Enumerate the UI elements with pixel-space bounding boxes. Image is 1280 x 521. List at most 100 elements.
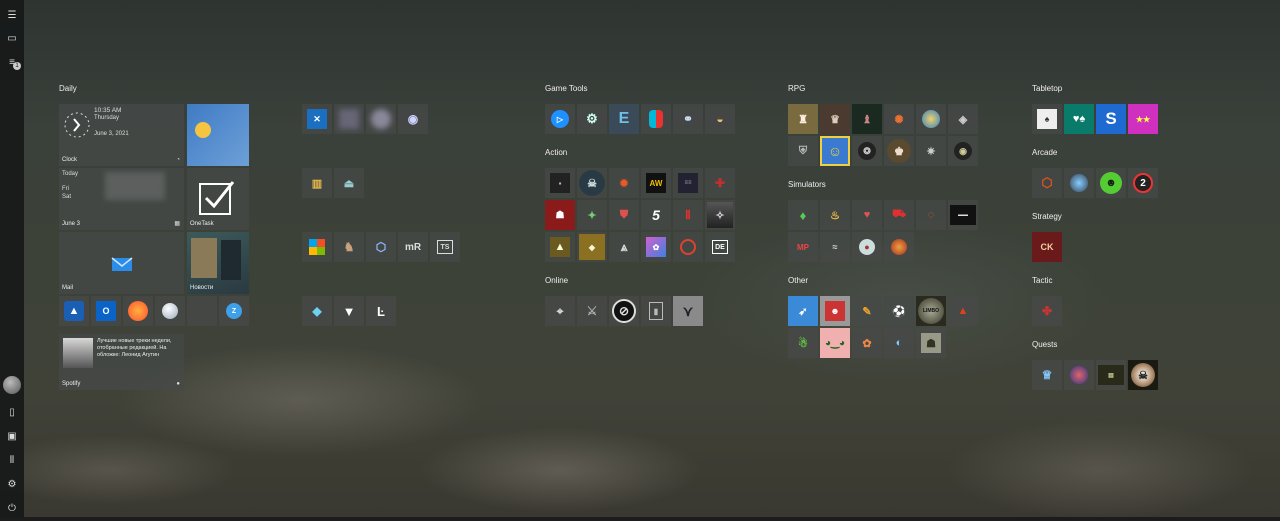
tile-assassins[interactable]: ⩓ bbox=[609, 232, 639, 262]
tile-gear[interactable]: ⚙ bbox=[577, 104, 607, 134]
tile-outlook[interactable]: O bbox=[91, 296, 121, 326]
tile-tabletop-1[interactable]: ♠ bbox=[1032, 104, 1062, 134]
tile-discord[interactable]: ◉ bbox=[398, 104, 428, 134]
tile-sim-9[interactable]: ● bbox=[852, 232, 882, 262]
tile-action-aw[interactable]: AW bbox=[641, 168, 671, 198]
tile-arcade-2[interactable] bbox=[1064, 168, 1094, 198]
tile-crusader-kings[interactable]: CK bbox=[1032, 232, 1062, 262]
tile-steam[interactable]: ⚭ bbox=[673, 104, 703, 134]
tile-arcade-4[interactable]: 2 bbox=[1128, 168, 1158, 198]
tile-terminal[interactable]: TS bbox=[430, 232, 460, 262]
tile-sim-8[interactable]: ≈ bbox=[820, 232, 850, 262]
pictures-icon[interactable]: ▣ bbox=[4, 428, 20, 444]
mail-tile[interactable]: Mail bbox=[59, 232, 184, 294]
tile-virtualbox[interactable]: ⬡ bbox=[366, 232, 396, 262]
weather-tile[interactable] bbox=[187, 104, 249, 166]
tile-steamvr[interactable]: ⏏ bbox=[334, 168, 364, 198]
tile-epic-e[interactable]: E bbox=[609, 104, 639, 134]
tile-firefox[interactable] bbox=[123, 296, 153, 326]
tile-quests-4[interactable]: ☠ bbox=[1128, 360, 1158, 390]
tile-online-1[interactable]: ⌖ bbox=[545, 296, 575, 326]
tile-action-18[interactable]: DE bbox=[705, 232, 735, 262]
tile-quests-1[interactable]: ♕ bbox=[1032, 360, 1062, 390]
tile-action-6[interactable]: ✚ bbox=[705, 168, 735, 198]
tile-online-2[interactable]: ⚔ bbox=[577, 296, 607, 326]
tile-horse[interactable]: ♞ bbox=[334, 232, 364, 262]
tile-rpg-12[interactable]: ◉ bbox=[948, 136, 978, 166]
tile-blurred-2[interactable] bbox=[366, 104, 396, 134]
tile-rpg-7[interactable]: ⛨ bbox=[788, 136, 818, 166]
tile-quests-3[interactable]: ▤ bbox=[1096, 360, 1126, 390]
tile-gta[interactable]: ✦ bbox=[577, 200, 607, 230]
tile-foobar[interactable]: ▼ bbox=[334, 296, 364, 326]
tile-action-13[interactable]: ▲ bbox=[545, 232, 575, 262]
tile-switch[interactable] bbox=[641, 104, 671, 134]
all-apps-icon[interactable]: ▭ bbox=[4, 30, 20, 46]
tile-solitaire[interactable]: ♥♠ bbox=[1064, 104, 1094, 134]
spotify-tile[interactable]: Лучшие новые треки недели, отобранные ре… bbox=[59, 334, 184, 390]
tile-action-5[interactable]: ≡≡ bbox=[673, 168, 703, 198]
tile-other-7[interactable]: ☃ bbox=[788, 328, 818, 358]
tile-limbo[interactable]: LIMBO bbox=[916, 296, 946, 326]
tile-sim-3[interactable]: ♥ bbox=[852, 200, 882, 230]
library-icon[interactable]: ⫴ bbox=[4, 452, 20, 468]
tile-action-11[interactable]: Ⅱ bbox=[673, 200, 703, 230]
tile-rpg-3[interactable]: ♝ bbox=[852, 104, 882, 134]
tile-rpg-9[interactable]: ❂ bbox=[852, 136, 882, 166]
tile-action-17[interactable] bbox=[673, 232, 703, 262]
tile-ea[interactable]: ▷ bbox=[545, 104, 575, 134]
tile-action-14[interactable]: ◈ bbox=[577, 232, 607, 262]
tile-tabletop-4[interactable]: ★★ bbox=[1128, 104, 1158, 134]
user-avatar[interactable] bbox=[3, 376, 21, 394]
calendar-tile[interactable]: Today Fri Sat June 3 ▦ bbox=[59, 168, 184, 230]
tile-online-3[interactable]: ⊘ bbox=[609, 296, 639, 326]
tile-other-9[interactable]: ✿ bbox=[852, 328, 882, 358]
tile-other-4[interactable]: ⚽ bbox=[884, 296, 914, 326]
tile-office[interactable] bbox=[302, 232, 332, 262]
tile-zoom[interactable]: Z bbox=[219, 296, 249, 326]
tile-action-3[interactable]: ✹ bbox=[609, 168, 639, 198]
tile-app-sphere[interactable] bbox=[155, 296, 185, 326]
tile-other-1[interactable]: ➶ bbox=[788, 296, 818, 326]
tile-other-10[interactable]: ◐ bbox=[884, 328, 914, 358]
tile-other-2[interactable]: ☻ bbox=[820, 296, 850, 326]
tile-action-t5[interactable]: 5 bbox=[641, 200, 671, 230]
tile-sim-6[interactable]: ▬▬ bbox=[948, 200, 978, 230]
tile-other-11[interactable]: ☗ bbox=[916, 328, 946, 358]
tile-fallout[interactable]: ☺ bbox=[820, 136, 850, 166]
tile-mr[interactable]: mR bbox=[398, 232, 428, 262]
tile-app-blank[interactable] bbox=[187, 296, 217, 326]
hamburger-menu-icon[interactable]: ☰ bbox=[4, 7, 20, 23]
clock-tile[interactable]: 10:35 AM Thursday June 3, 2021 Clock ◔ bbox=[59, 104, 184, 166]
tile-rpg-2[interactable]: ♛ bbox=[820, 104, 850, 134]
tile-quests-2[interactable] bbox=[1064, 360, 1094, 390]
news-tile[interactable]: Новости bbox=[187, 232, 249, 294]
tile-store[interactable]: ▲ bbox=[59, 296, 89, 326]
tile-kodi[interactable]: ◆ bbox=[302, 296, 332, 326]
tile-arcade-1[interactable]: ⬡ bbox=[1032, 168, 1062, 198]
tile-action-12[interactable]: ✧ bbox=[705, 200, 735, 230]
tile-rpg-10[interactable]: ♚ bbox=[884, 136, 914, 166]
tile-sim-5[interactable]: ◌ bbox=[916, 200, 946, 230]
tile-sim-10[interactable] bbox=[884, 232, 914, 262]
tile-action-9[interactable]: ⛊ bbox=[609, 200, 639, 230]
tile-cake[interactable]: ◒ bbox=[705, 104, 735, 134]
tile-online-5[interactable]: ⋎ bbox=[673, 296, 703, 326]
tile-arcade-3[interactable]: ☻ bbox=[1096, 168, 1126, 198]
tile-books[interactable]: ▥ bbox=[302, 168, 332, 198]
tile-red-dead[interactable]: ☗ bbox=[545, 200, 575, 230]
tile-rpg-1[interactable]: ♜ bbox=[788, 104, 818, 134]
tile-rpg-6[interactable]: ◈ bbox=[948, 104, 978, 134]
tile-action-skull[interactable]: ☠ bbox=[577, 168, 607, 198]
tile-other-6[interactable]: ▲ bbox=[948, 296, 978, 326]
tile-l-app[interactable]: Ŀ bbox=[366, 296, 396, 326]
tile-blurred-1[interactable] bbox=[334, 104, 364, 134]
tile-sims[interactable]: ♦ bbox=[788, 200, 818, 230]
settings-icon[interactable]: ⚙ bbox=[4, 476, 20, 492]
tile-sim-4[interactable]: ⛟ bbox=[884, 200, 914, 230]
tile-rpg-5[interactable] bbox=[916, 104, 946, 134]
tile-rpg-4[interactable]: ✺ bbox=[884, 104, 914, 134]
tile-tactic-1[interactable]: ✤ bbox=[1032, 296, 1062, 326]
tile-other-8[interactable]: ◕‿◕ bbox=[820, 328, 850, 358]
documents-icon[interactable]: ▯ bbox=[4, 404, 20, 420]
